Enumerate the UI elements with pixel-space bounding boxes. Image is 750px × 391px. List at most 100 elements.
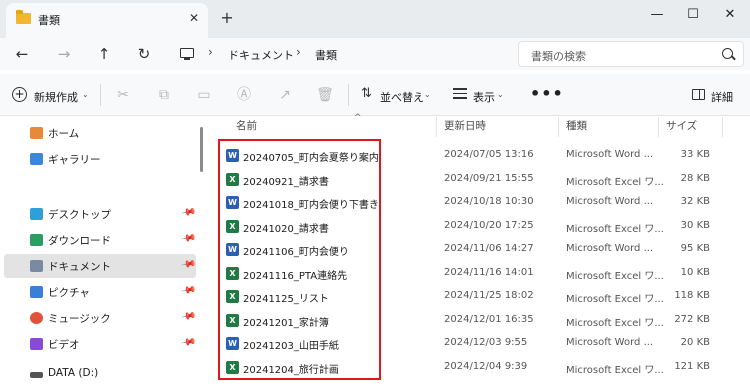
search-placeholder: 書類の検索 [531, 50, 586, 63]
view-icon [453, 88, 467, 100]
file-size: 28 KB [680, 172, 710, 184]
toolbar-divider [100, 84, 101, 106]
sidebar-item-desktop[interactable]: デスクトップ 📌 [4, 202, 196, 226]
column-header-type[interactable]: 種類 [566, 117, 587, 139]
sidebar-item-label: デスクトップ [48, 209, 111, 221]
gallery-icon [30, 153, 43, 165]
file-size: 121 KB [674, 360, 710, 372]
column-divider[interactable] [658, 117, 659, 137]
file-size: 32 KB [680, 196, 710, 207]
pin-icon[interactable]: 📌 [180, 204, 197, 220]
sidebar-item-home[interactable]: ホーム [4, 121, 196, 145]
search-icon[interactable] [722, 48, 733, 59]
file-modified-date: 2024/10/20 17:25 [444, 219, 534, 231]
new-tab-button[interactable]: + [218, 9, 236, 27]
breadcrumb-separator-icon[interactable]: › [296, 45, 301, 59]
file-size: 30 KB [680, 219, 710, 231]
up-button[interactable]: ↑ [92, 43, 116, 65]
breadcrumb-current-folder[interactable]: 書類 [315, 47, 337, 63]
tab-documents[interactable]: 書類 ✕ [6, 3, 208, 38]
column-header-date[interactable]: 更新日時 [444, 117, 486, 139]
paste-icon[interactable]: ▭ [195, 86, 213, 104]
file-type: Microsoft Excel ワ... [566, 294, 664, 305]
folder-icon [16, 10, 31, 24]
file-modified-date: 2024/11/16 14:01 [444, 266, 534, 278]
file-modified-date: 2024/07/05 13:16 [444, 149, 534, 160]
sort-ascending-icon: ^ [354, 113, 362, 123]
sidebar-item-downloads[interactable]: ダウンロード 📌 [4, 228, 196, 252]
file-size: 33 KB [680, 149, 710, 160]
file-list: ^ 名前 更新日時 種類 サイズ W 20240705_町内会夏祭り案内 2024/… [210, 113, 750, 391]
search-input[interactable]: 書類の検索 [518, 41, 744, 67]
pin-icon[interactable]: 📌 [180, 308, 197, 324]
home-icon [30, 127, 43, 139]
file-size: 95 KB [680, 243, 710, 254]
file-size: 118 KB [674, 290, 710, 301]
file-size: 272 KB [674, 313, 710, 325]
back-button[interactable]: ← [10, 43, 34, 65]
column-divider[interactable] [722, 117, 723, 137]
toolbar-divider [348, 84, 349, 106]
file-modified-date: 2024/12/03 9:55 [444, 337, 528, 348]
address-bar[interactable]: › ドキュメント › 書類 [168, 41, 508, 67]
column-header-size[interactable]: サイズ [666, 117, 697, 139]
sidebar-item-label: ダウンロード [48, 235, 111, 247]
videos-icon [30, 338, 43, 350]
pictures-icon [30, 286, 43, 298]
minimize-button[interactable]: — [642, 4, 672, 26]
pin-icon[interactable]: 📌 [180, 282, 197, 298]
music-icon [30, 312, 43, 324]
sidebar-item-gallery[interactable]: ギャラリー [4, 147, 196, 171]
file-type: Microsoft Excel ワ... [566, 317, 664, 329]
sidebar-item-videos[interactable]: ビデオ 📌 [4, 332, 196, 356]
maximize-button[interactable]: ☐ [678, 4, 708, 26]
forward-button[interactable]: → [52, 43, 76, 65]
drive-icon [30, 372, 43, 378]
sidebar-item-label: DATA (D:) [48, 367, 99, 379]
sidebar-item-label: ホーム [48, 128, 80, 140]
new-button-label: 新規作成 [34, 91, 78, 104]
breadcrumb-documents[interactable]: ドキュメント [228, 47, 294, 63]
sidebar-item-label: ミュージック [48, 313, 111, 325]
pin-icon[interactable]: 📌 [180, 256, 197, 272]
file-modified-date: 2024/10/18 10:30 [444, 196, 534, 207]
file-type: Microsoft Word ... [566, 243, 654, 254]
file-modified-date: 2024/09/21 15:55 [444, 172, 534, 184]
title-bar: 書類 ✕ + — ☐ ✕ [0, 0, 750, 38]
sidebar-item-label: ギャラリー [48, 154, 101, 166]
plus-circle-icon: + [12, 87, 27, 102]
sidebar-item-data-drive[interactable]: DATA (D:) [4, 362, 196, 386]
cut-icon[interactable]: ✂ [114, 86, 132, 104]
sort-icon: ⇅ [361, 86, 372, 101]
column-header-name[interactable]: 名前 [236, 117, 257, 139]
column-divider[interactable] [558, 117, 559, 137]
close-window-button[interactable]: ✕ [715, 4, 745, 26]
file-type: Microsoft Excel ワ... [566, 223, 664, 235]
sidebar-scrollbar[interactable] [200, 127, 203, 172]
file-type: Microsoft Word ... [566, 149, 654, 160]
navigation-pane: ホーム ギャラリー デスクトップ 📌 ダウンロード 📌 ドキュメント 📌 ピクチ… [0, 117, 205, 391]
sidebar-item-pictures[interactable]: ピクチャ 📌 [4, 280, 196, 304]
delete-icon[interactable]: 🗑 [316, 86, 334, 104]
refresh-button[interactable]: ↻ [132, 43, 156, 65]
file-modified-date: 2024/11/06 14:27 [444, 243, 534, 254]
sort-button-label: 並べ替え [380, 91, 424, 104]
pin-icon[interactable]: 📌 [180, 230, 197, 246]
file-type: Microsoft Excel ワ... [566, 364, 664, 376]
breadcrumb-separator-icon[interactable]: › [208, 45, 213, 59]
sidebar-item-music[interactable]: ミュージック 📌 [4, 306, 196, 330]
chevron-down-icon: ⌄ [497, 90, 504, 99]
sidebar-item-documents[interactable]: ドキュメント 📌 [4, 254, 196, 278]
sidebar-item-label: ピクチャ [48, 287, 90, 299]
more-options-icon[interactable]: ••• [530, 84, 564, 103]
share-icon[interactable]: ↗ [276, 86, 294, 104]
copy-icon[interactable]: ⧉ [155, 86, 173, 104]
file-type: Microsoft Word ... [566, 337, 654, 348]
file-type: Microsoft Excel ワ... [566, 176, 664, 188]
rename-icon[interactable]: Ⓐ [235, 86, 253, 104]
pin-icon[interactable]: 📌 [180, 334, 197, 350]
view-button-label: 表示 [473, 91, 495, 104]
tab-close-icon[interactable]: ✕ [186, 10, 202, 26]
column-divider[interactable] [436, 117, 437, 137]
file-modified-date: 2024/12/04 9:39 [444, 360, 528, 372]
